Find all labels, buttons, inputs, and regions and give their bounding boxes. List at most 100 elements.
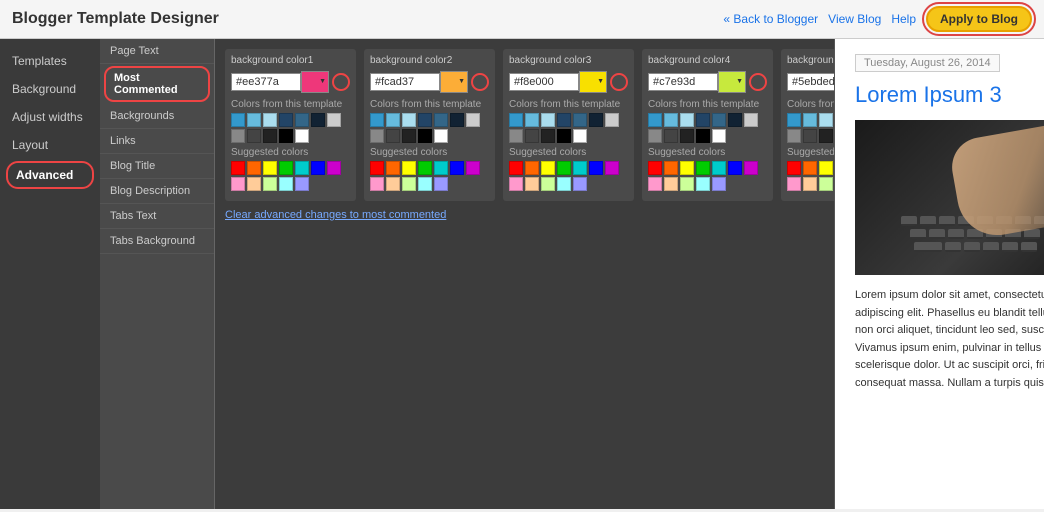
swatch[interactable] <box>744 161 758 175</box>
sub-sidebar-backgrounds[interactable]: Backgrounds <box>100 104 214 129</box>
sub-sidebar-page-text[interactable]: Page Text <box>100 39 214 64</box>
swatch[interactable] <box>370 161 384 175</box>
bg4-hex-input[interactable] <box>648 73 718 91</box>
swatch[interactable] <box>696 113 710 127</box>
swatch[interactable] <box>509 177 523 191</box>
swatch[interactable] <box>541 177 555 191</box>
swatch[interactable] <box>402 177 416 191</box>
swatch[interactable] <box>680 129 694 143</box>
swatch[interactable] <box>573 113 587 127</box>
swatch[interactable] <box>787 129 801 143</box>
swatch[interactable] <box>541 129 555 143</box>
swatch[interactable] <box>418 177 432 191</box>
swatch[interactable] <box>728 161 742 175</box>
swatch[interactable] <box>279 161 293 175</box>
swatch[interactable] <box>648 161 662 175</box>
swatch[interactable] <box>744 113 758 127</box>
swatch[interactable] <box>418 129 432 143</box>
swatch[interactable] <box>541 113 555 127</box>
bg4-swatch-btn[interactable] <box>718 71 746 93</box>
swatch[interactable] <box>573 161 587 175</box>
swatch[interactable] <box>327 161 341 175</box>
swatch[interactable] <box>450 113 464 127</box>
swatch[interactable] <box>819 177 833 191</box>
swatch[interactable] <box>557 177 571 191</box>
sidebar-item-background[interactable]: Background <box>0 75 100 103</box>
sub-sidebar-blog-description[interactable]: Blog Description <box>100 179 214 204</box>
swatch[interactable] <box>279 129 293 143</box>
swatch[interactable] <box>728 113 742 127</box>
swatch[interactable] <box>247 129 261 143</box>
apply-to-blog-button[interactable]: Apply to Blog <box>926 6 1032 32</box>
swatch[interactable] <box>247 177 261 191</box>
swatch[interactable] <box>263 177 277 191</box>
bg1-swatch-btn[interactable] <box>301 71 329 93</box>
swatch[interactable] <box>370 129 384 143</box>
swatch[interactable] <box>664 129 678 143</box>
sidebar-item-templates[interactable]: Templates <box>0 47 100 75</box>
swatch[interactable] <box>327 113 341 127</box>
swatch[interactable] <box>402 113 416 127</box>
sub-sidebar-blog-title[interactable]: Blog Title <box>100 154 214 179</box>
swatch[interactable] <box>370 113 384 127</box>
swatch[interactable] <box>418 113 432 127</box>
swatch[interactable] <box>589 113 603 127</box>
swatch[interactable] <box>311 113 325 127</box>
swatch[interactable] <box>664 161 678 175</box>
swatch[interactable] <box>680 113 694 127</box>
swatch[interactable] <box>295 113 309 127</box>
swatch[interactable] <box>434 113 448 127</box>
swatch[interactable] <box>295 177 309 191</box>
swatch[interactable] <box>231 161 245 175</box>
swatch[interactable] <box>295 161 309 175</box>
swatch[interactable] <box>712 177 726 191</box>
swatch[interactable] <box>509 113 523 127</box>
sidebar-item-adjust-widths[interactable]: Adjust widths <box>0 103 100 131</box>
swatch[interactable] <box>541 161 555 175</box>
swatch[interactable] <box>557 113 571 127</box>
swatch[interactable] <box>680 177 694 191</box>
bg3-swatch-btn[interactable] <box>579 71 607 93</box>
swatch[interactable] <box>402 129 416 143</box>
swatch[interactable] <box>311 161 325 175</box>
swatch[interactable] <box>648 129 662 143</box>
bg3-hex-input[interactable] <box>509 73 579 91</box>
swatch[interactable] <box>696 177 710 191</box>
swatch[interactable] <box>803 161 817 175</box>
sidebar-item-layout[interactable]: Layout <box>0 131 100 159</box>
bg2-swatch-btn[interactable] <box>440 71 468 93</box>
swatch[interactable] <box>418 161 432 175</box>
swatch[interactable] <box>386 161 400 175</box>
swatch[interactable] <box>509 129 523 143</box>
swatch[interactable] <box>525 113 539 127</box>
swatch[interactable] <box>557 161 571 175</box>
swatch[interactable] <box>386 113 400 127</box>
swatch[interactable] <box>231 113 245 127</box>
swatch[interactable] <box>819 129 833 143</box>
swatch[interactable] <box>386 177 400 191</box>
swatch[interactable] <box>247 113 261 127</box>
swatch[interactable] <box>664 177 678 191</box>
sub-sidebar-tabs-text[interactable]: Tabs Text <box>100 204 214 229</box>
sidebar-item-advanced[interactable]: Advanced <box>6 161 94 189</box>
swatch[interactable] <box>605 113 619 127</box>
swatch[interactable] <box>648 177 662 191</box>
swatch[interactable] <box>525 129 539 143</box>
swatch[interactable] <box>263 161 277 175</box>
swatch[interactable] <box>680 161 694 175</box>
swatch[interactable] <box>712 129 726 143</box>
swatch[interactable] <box>263 113 277 127</box>
swatch[interactable] <box>279 113 293 127</box>
swatch[interactable] <box>589 161 603 175</box>
bg5-hex-input[interactable] <box>787 73 835 91</box>
swatch[interactable] <box>803 113 817 127</box>
swatch[interactable] <box>557 129 571 143</box>
swatch[interactable] <box>231 129 245 143</box>
swatch[interactable] <box>525 161 539 175</box>
swatch[interactable] <box>803 177 817 191</box>
swatch[interactable] <box>664 113 678 127</box>
swatch[interactable] <box>787 177 801 191</box>
bg2-hex-input[interactable] <box>370 73 440 91</box>
swatch[interactable] <box>295 129 309 143</box>
swatch[interactable] <box>434 161 448 175</box>
